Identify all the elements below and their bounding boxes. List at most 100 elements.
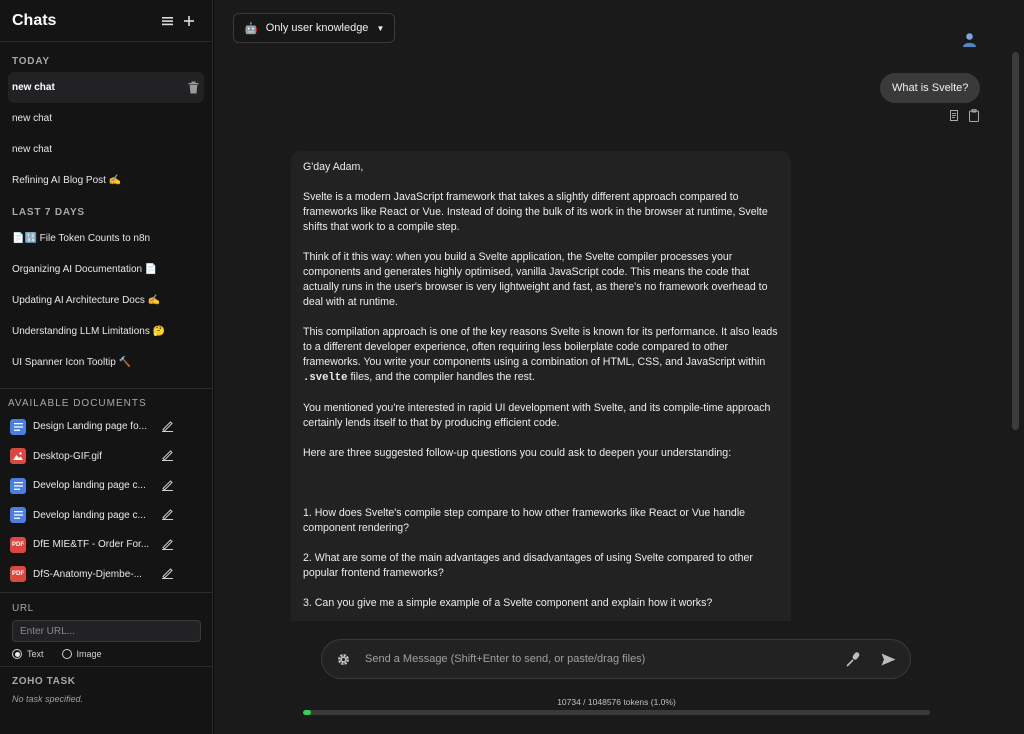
sidebar-header: Chats <box>0 0 212 42</box>
chat-item-label: Organizing AI Documentation 📄 <box>12 264 158 275</box>
chat-item-label: Updating AI Architecture Docs ✍️ <box>12 295 161 306</box>
chat-item[interactable]: Understanding LLM Limitations 🤔 <box>0 316 212 347</box>
edit-document-button[interactable] <box>161 478 174 494</box>
model-selector[interactable]: 🤖 Only user knowledge ▼ <box>233 13 396 43</box>
document-name: Develop landing page c... <box>33 509 146 521</box>
chat-item[interactable]: Organizing AI Documentation 📄 <box>0 254 212 285</box>
document-item[interactable]: Develop landing page c... <box>0 501 212 531</box>
token-progress-bar <box>303 710 930 715</box>
inline-code: .svelte <box>303 372 348 384</box>
edit-document-button[interactable] <box>161 566 174 582</box>
assistant-greeting: G'day Adam, <box>303 161 364 173</box>
send-button[interactable] <box>881 653 896 666</box>
edit-document-button[interactable] <box>161 419 174 435</box>
chat-item-label: Refining AI Blog Post ✍️ <box>12 175 122 186</box>
sidebar: Chats TODAY new chat new chat new chat R… <box>0 0 213 734</box>
google-doc-icon <box>10 507 26 524</box>
chat-item[interactable]: Updating AI Architecture Docs ✍️ <box>0 285 212 316</box>
document-name: DfS-Anatomy-Djembe-... <box>33 568 142 580</box>
hamburger-icon <box>161 16 173 25</box>
document-name: Design Landing page fo... <box>33 421 147 433</box>
document-name: Desktop-GIF.gif <box>33 450 102 462</box>
chat-scrollbar[interactable] <box>1012 52 1019 430</box>
chat-item-active[interactable]: new chat <box>8 72 204 103</box>
document-item[interactable]: PDF DfS-Anatomy-Djembe-... <box>0 560 212 590</box>
edit-document-button[interactable] <box>161 448 174 464</box>
assistant-message: G'day Adam, Svelte is a modern JavaScrip… <box>291 151 791 621</box>
document-edit-icon <box>950 110 958 121</box>
zoho-task-status: No task specified. <box>12 694 84 704</box>
clipboard-icon <box>969 109 979 122</box>
pen-icon <box>162 421 173 432</box>
assistant-paragraph: Think of it this way: when you build a S… <box>303 251 768 308</box>
message-composer <box>321 639 911 679</box>
gear-icon <box>338 653 349 665</box>
microphone-button[interactable] <box>845 651 861 667</box>
pen-icon <box>162 568 173 580</box>
chat-item[interactable]: 📄🔢 File Token Counts to n8n <box>0 223 212 254</box>
follow-up-question: 1. How does Svelte's compile step compar… <box>303 507 746 534</box>
radio-image[interactable] <box>61 649 72 659</box>
user-message-actions <box>949 109 980 122</box>
delete-chat-button[interactable] <box>187 81 200 94</box>
follow-up-question: 2. What are some of the main advantages … <box>303 552 753 579</box>
microphone-icon <box>846 652 860 667</box>
token-counter: 10734 / 1048576 tokens (1.0%) <box>557 697 676 707</box>
pen-icon <box>162 480 173 491</box>
edit-message-button[interactable] <box>949 109 960 122</box>
message-input[interactable] <box>365 653 845 665</box>
section-title-last-7-days: LAST 7 DAYS <box>12 207 85 218</box>
radio-image-label: Image <box>76 649 102 659</box>
user-message-text: What is Svelte? <box>892 82 969 94</box>
sidebar-title: Chats <box>12 11 57 29</box>
chat-item[interactable]: new chat <box>0 134 212 165</box>
section-title-documents: AVAILABLE DOCUMENTS <box>8 398 147 409</box>
chat-item-label: new chat <box>12 82 55 93</box>
follow-up-question: 3. Can you give me a simple example of a… <box>303 597 713 609</box>
url-type-radio-group: Text Image <box>0 649 212 659</box>
new-chat-button[interactable] <box>178 10 200 32</box>
model-selector-label: Only user knowledge <box>265 22 369 34</box>
token-progress-fill <box>303 710 311 715</box>
chat-item-label: Understanding LLM Limitations 🤔 <box>12 326 166 337</box>
pen-icon <box>162 450 173 462</box>
send-icon <box>881 653 896 665</box>
chat-item[interactable]: Refining AI Blog Post ✍️ <box>0 165 212 196</box>
chat-item-label: new chat <box>12 113 53 124</box>
google-doc-icon <box>10 477 26 494</box>
plus-icon <box>184 15 194 26</box>
assistant-paragraph: Svelte is a modern JavaScript framework … <box>303 191 768 233</box>
edit-document-button[interactable] <box>161 507 174 523</box>
document-item[interactable]: Design Landing page fo... <box>0 412 212 442</box>
assistant-text: This compilation approach is one of the … <box>303 326 778 368</box>
copy-message-button[interactable] <box>968 109 980 122</box>
radio-text[interactable] <box>12 649 22 659</box>
assistant-paragraph: You mentioned you're interested in rapid… <box>303 402 771 429</box>
user-message-bubble: What is Svelte? <box>880 73 981 103</box>
document-item[interactable]: PDF DfE MIE&TF - Order For... <box>0 530 212 560</box>
user-icon <box>963 33 976 47</box>
edit-document-button[interactable] <box>161 537 174 553</box>
pdf-icon: PDF <box>10 566 26 583</box>
pdf-icon: PDF <box>10 536 26 553</box>
document-name: Develop landing page c... <box>33 480 146 492</box>
document-name: DfE MIE&TF - Order For... <box>33 539 150 551</box>
menu-button[interactable] <box>156 10 178 32</box>
url-label: URL <box>12 603 34 614</box>
document-item[interactable]: Desktop-GIF.gif <box>0 442 212 472</box>
settings-button[interactable] <box>336 652 351 667</box>
document-item[interactable]: Develop landing page c... <box>0 471 212 501</box>
trash-icon <box>188 81 199 94</box>
url-input[interactable] <box>12 620 201 642</box>
chat-main: 🤖 Only user knowledge ▼ What is Svelte? … <box>214 0 1024 734</box>
user-avatar[interactable] <box>962 32 977 52</box>
radio-text-label: Text <box>27 649 44 659</box>
google-doc-icon <box>10 418 26 435</box>
chat-item-label: 📄🔢 File Token Counts to n8n <box>12 233 151 244</box>
assistant-paragraph: This compilation approach is one of the … <box>303 325 779 386</box>
assistant-text: files, and the compiler handles the rest… <box>347 371 535 383</box>
chat-item[interactable]: UI Spanner Icon Tooltip 🔨 <box>0 347 212 378</box>
assistant-paragraph: Here are three suggested follow-up quest… <box>303 447 732 459</box>
chat-item-label: new chat <box>12 144 53 155</box>
chat-item[interactable]: new chat <box>0 103 212 134</box>
